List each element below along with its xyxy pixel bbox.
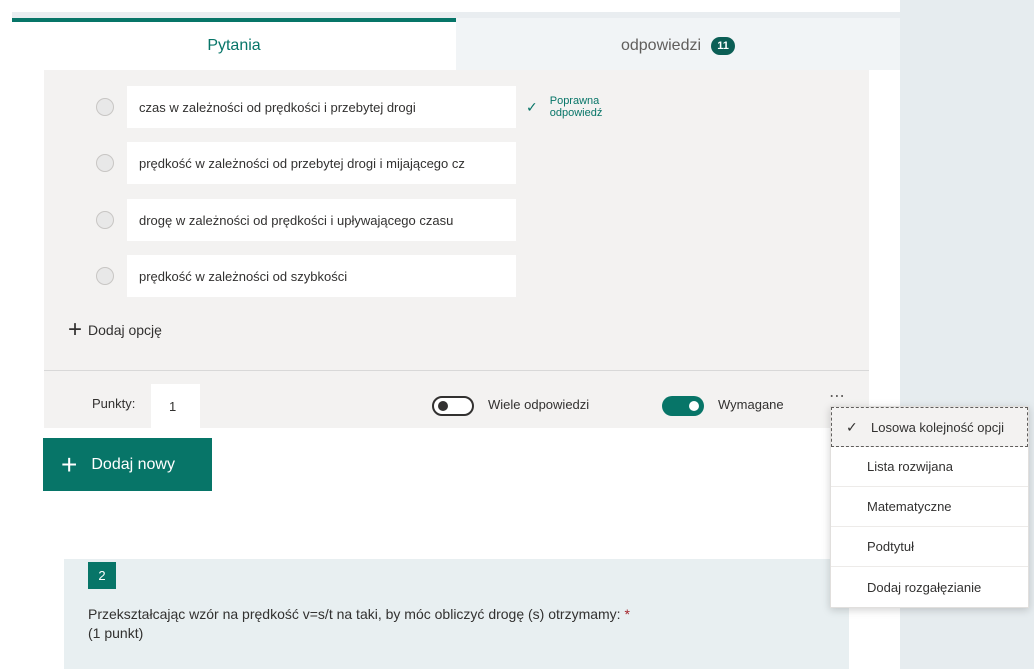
option-3-radio[interactable]: [96, 211, 114, 229]
page-top-background: [0, 0, 1034, 12]
option-1-radio[interactable]: [96, 98, 114, 116]
add-new-button[interactable]: + Dodaj nowy: [43, 438, 212, 491]
menu-item-label: Lista rozwijana: [867, 459, 953, 474]
page-left-background: [0, 0, 12, 669]
option-1-input[interactable]: czas w zależności od prędkości i przebyt…: [127, 86, 516, 128]
menu-item-add-branching[interactable]: Dodaj rozgałęzianie: [831, 567, 1028, 607]
menu-item-label: Dodaj rozgałęzianie: [867, 579, 982, 595]
add-option-label: Dodaj opcję: [88, 322, 162, 338]
correct-answer-indicator[interactable]: ✓ Poprawna odpowiedź: [526, 86, 644, 128]
add-new-label: Dodaj nowy: [91, 455, 175, 473]
tab-questions[interactable]: Pytania: [12, 18, 456, 70]
menu-item-math[interactable]: Matematyczne: [831, 487, 1028, 527]
option-3-input[interactable]: drogę w zależności od prędkości i upływa…: [127, 199, 516, 241]
required-label: Wymagane: [718, 397, 784, 412]
footer-divider: [44, 370, 869, 371]
option-4-input[interactable]: prędkość w zależności od szybkości: [127, 255, 516, 297]
check-icon: ✓: [526, 98, 538, 115]
option-4-radio[interactable]: [96, 267, 114, 285]
tab-responses-label: odpowiedzi: [620, 37, 702, 54]
responses-count-badge: 11: [711, 37, 736, 55]
more-options-menu: ✓ Losowa kolejność opcji Lista rozwijana…: [830, 406, 1029, 608]
question-2-title: Przekształcając wzór na prędkość v=s/t n…: [88, 606, 621, 622]
toggle-knob: [438, 401, 448, 411]
menu-item-subtitle[interactable]: Podtytuł: [831, 527, 1028, 567]
required-asterisk: *: [624, 606, 630, 622]
multiple-answers-toggle[interactable]: [432, 396, 474, 416]
option-2-input[interactable]: prędkość w zależności od przebytej drogi…: [127, 142, 516, 184]
plus-icon: +: [68, 316, 83, 343]
check-icon: ✓: [846, 418, 858, 435]
menu-item-shuffle-options[interactable]: ✓ Losowa kolejność opcji: [831, 407, 1028, 447]
tab-questions-label: Pytania: [207, 37, 261, 54]
required-toggle[interactable]: [662, 396, 704, 416]
option-row-2: prędkość w zależności od przebytej drogi…: [44, 142, 644, 184]
menu-item-dropdown-list[interactable]: Lista rozwijana: [831, 447, 1028, 487]
menu-item-label: Podtytuł: [867, 539, 914, 554]
option-row-3: drogę w zależności od prędkości i upływa…: [44, 199, 644, 241]
option-row-4: prędkość w zależności od szybkości: [44, 255, 644, 297]
option-2-radio[interactable]: [96, 154, 114, 172]
tab-bar: Pytania odpowiedzi 11: [12, 18, 900, 70]
question-2-points: (1 punkt): [88, 625, 144, 641]
points-label: Punkty:: [92, 396, 136, 411]
question-2-number: 2: [88, 562, 116, 589]
add-option-button[interactable]: + Dodaj opcję: [68, 316, 162, 343]
tab-responses[interactable]: odpowiedzi 11: [456, 18, 900, 70]
menu-item-label: Losowa kolejność opcji: [871, 419, 1004, 435]
plus-icon: +: [61, 448, 78, 480]
points-input[interactable]: [151, 384, 200, 428]
option-row-1: czas w zależności od prędkości i przebyt…: [44, 86, 644, 128]
question-2-text: Przekształcając wzór na prędkość v=s/t n…: [88, 605, 828, 643]
multiple-answers-label: Wiele odpowiedzi: [488, 397, 590, 412]
toggle-knob: [689, 401, 699, 411]
more-options-icon[interactable]: ⋯: [829, 386, 846, 406]
correct-answer-label: Poprawna odpowiedź: [549, 95, 603, 119]
menu-item-label: Matematyczne: [867, 499, 952, 514]
